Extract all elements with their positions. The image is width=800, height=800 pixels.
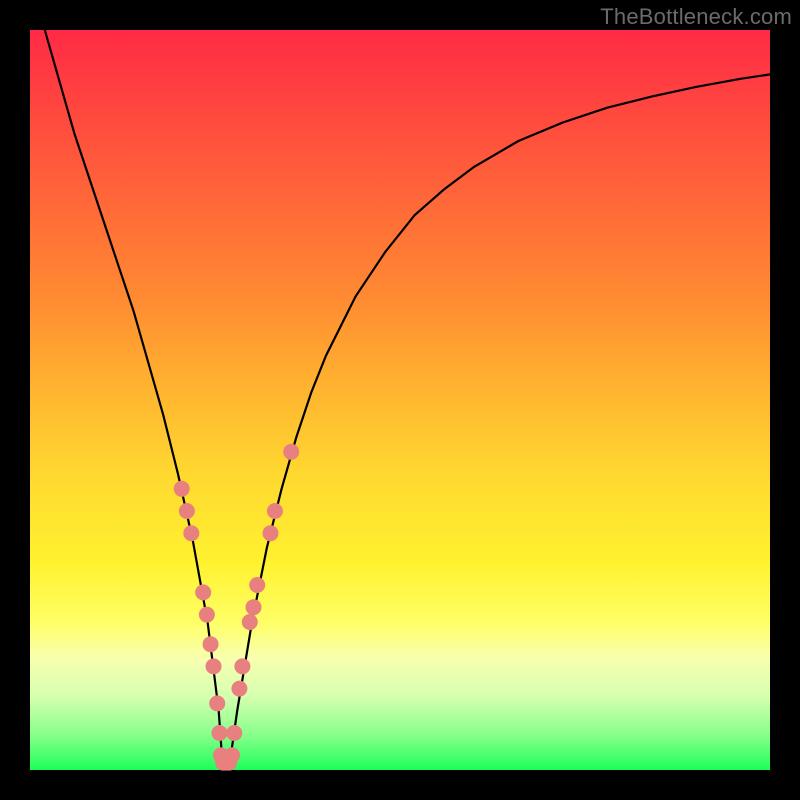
curve-marker xyxy=(267,503,283,519)
curve-marker xyxy=(209,695,225,711)
curve-marker xyxy=(203,636,219,652)
curve-marker xyxy=(263,525,279,541)
curve-marker xyxy=(195,584,211,600)
chart-frame: TheBottleneck.com xyxy=(0,0,800,800)
curve-svg xyxy=(30,30,770,770)
curve-marker xyxy=(206,658,222,674)
curve-marker xyxy=(174,481,190,497)
curve-marker xyxy=(283,444,299,460)
curve-marker xyxy=(183,525,199,541)
curve-marker xyxy=(211,725,227,741)
curve-marker xyxy=(179,503,195,519)
curve-marker xyxy=(226,725,242,741)
curve-marker xyxy=(249,577,265,593)
curve-marker xyxy=(234,658,250,674)
watermark-text: TheBottleneck.com xyxy=(600,4,792,30)
curve-marker xyxy=(245,599,261,615)
curve-marker xyxy=(231,681,247,697)
curve-marker xyxy=(224,747,240,763)
bottleneck-curve xyxy=(45,30,770,763)
curve-marker xyxy=(199,607,215,623)
curve-marker xyxy=(242,614,258,630)
plot-area xyxy=(30,30,770,770)
